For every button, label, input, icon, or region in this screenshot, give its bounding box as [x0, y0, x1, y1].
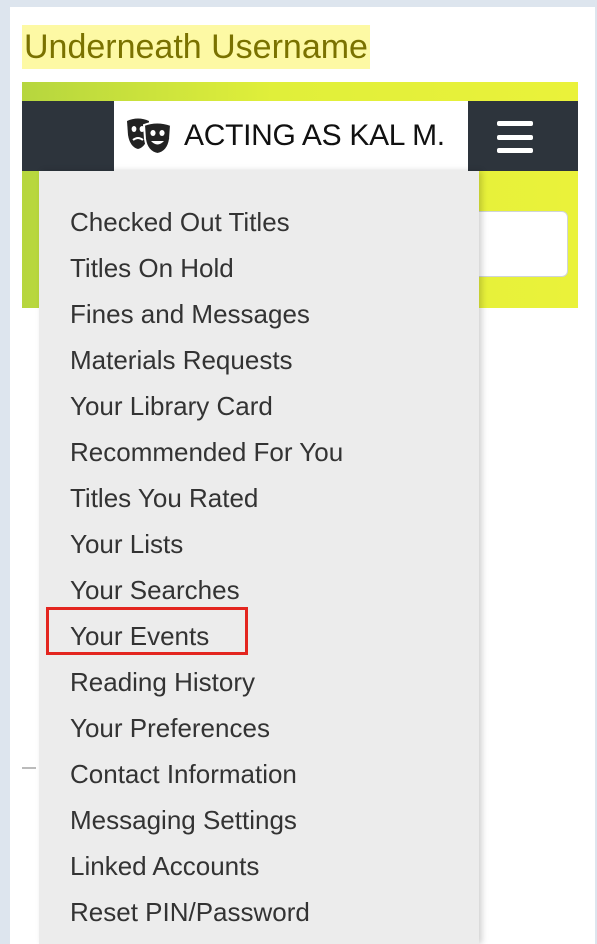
menu-item-your-lists[interactable]: Your Lists [70, 521, 183, 567]
theater-masks-icon [127, 118, 173, 156]
acting-as-label: ACTING AS KAL M. [184, 119, 445, 152]
menu-item-contact-information[interactable]: Contact Information [70, 751, 297, 797]
menu-item-materials-requests[interactable]: Materials Requests [70, 337, 293, 383]
menu-item-linked-accounts[interactable]: Linked Accounts [70, 843, 259, 889]
highlight-box-your-events [46, 607, 248, 655]
menu-item-titles-you-rated[interactable]: Titles You Rated [70, 475, 258, 521]
menu-item-reading-history[interactable]: Reading History [70, 659, 255, 705]
annotation-caption: Underneath Username [22, 25, 370, 69]
hamburger-menu-icon[interactable] [485, 117, 545, 157]
menu-item-titles-on-hold[interactable]: Titles On Hold [70, 245, 234, 291]
menu-item-recommended-for-you[interactable]: Recommended For You [70, 429, 343, 475]
search-input[interactable] [470, 211, 568, 277]
acting-as-user-button[interactable]: ACTING AS KAL M. [114, 101, 468, 171]
account-dropdown-menu: Checked Out Titles Titles On Hold Fines … [39, 171, 479, 944]
menu-item-your-library-card[interactable]: Your Library Card [70, 383, 273, 429]
menu-item-reset-pin-password[interactable]: Reset PIN/Password [70, 889, 310, 935]
screenshot-frame: Underneath Username ACTING AS KAL M. Che… [10, 7, 595, 944]
menu-item-checked-out-titles[interactable]: Checked Out Titles [70, 199, 290, 245]
menu-item-fines-and-messages[interactable]: Fines and Messages [70, 291, 310, 337]
divider [22, 767, 36, 769]
menu-item-messaging-settings[interactable]: Messaging Settings [70, 797, 297, 843]
menu-item-your-preferences[interactable]: Your Preferences [70, 705, 270, 751]
menu-item-cas-drive-options[interactable]: Cas Drive Options [70, 935, 281, 944]
